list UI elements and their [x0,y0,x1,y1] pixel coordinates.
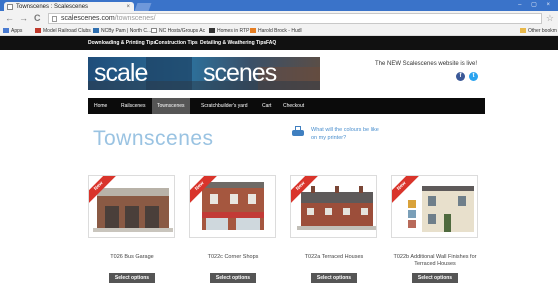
page-favicon-icon [7,4,13,10]
bookmark-favicon-icon [35,28,41,33]
bookmark-model-railroad-clubs[interactable]: Model Railroad Clubs [35,27,91,35]
bookmark-apps[interactable]: Apps [3,27,22,35]
reload-icon[interactable]: C [34,13,41,23]
forward-arrow-icon[interactable]: → [19,13,28,23]
topnav-construction-tips[interactable]: Construction Tips [155,36,198,50]
product-name[interactable]: T022b Additional Wall Finishes for Terra… [386,254,484,268]
product-image-bus-garage[interactable]: New [88,175,175,238]
printer-icon[interactable] [292,126,306,138]
bookmark-other-bookmarks[interactable]: Other bookm [520,27,557,35]
bookmark-favicon-icon [250,28,256,33]
bookmarks-bar: Apps Model Railroad Clubs NCBy Pam | Nor… [0,26,558,36]
bookmark-nc-hosts[interactable]: NC Hosts/Groups Ac [151,27,205,35]
select-options-button[interactable]: Select options [109,273,155,283]
bookmark-star-icon[interactable]: ☆ [546,13,554,23]
bookmark-favicon-icon [209,28,215,33]
url-path: /townscenes/ [114,15,156,22]
product-image-terraced-houses[interactable]: New [290,175,377,238]
window-controls[interactable]: – ▢ × [518,1,554,8]
new-ribbon: New [392,176,421,206]
twitter-icon[interactable]: t [469,72,478,81]
bookmark-ncby-pam[interactable]: NCBy Pam | North C... [93,27,151,35]
product-name[interactable]: T026 Bus Garage [82,254,182,261]
tab-title: Townscenes : Scalescenes [16,4,89,10]
bookmark-harold-brock[interactable]: Harold Brock - Hudl [250,27,302,35]
facebook-icon[interactable]: f [456,72,465,81]
nav-scratchbuilders-yard[interactable]: Scratchbuilder's yard [196,98,253,114]
main-nav: Home Railscenes Townscenes Scratchbuilde… [88,98,485,114]
page-title: Townscenes [93,127,214,150]
page-icon [52,16,57,22]
product-name[interactable]: T022c Corner Shops [183,254,283,261]
nav-railscenes[interactable]: Railscenes [116,98,150,114]
url-host: scalescenes.com [61,15,115,22]
back-arrow-icon[interactable]: ← [5,13,14,23]
browser-tab-strip: Townscenes : Scalescenes × – ▢ × [0,0,558,12]
site-logo-banner[interactable]: scale scenes [88,57,320,90]
browser-toolbar: ← → C scalescenes.com/townscenes/ ☆ [0,11,558,26]
nav-townscenes[interactable]: Townscenes [152,98,190,114]
nav-home[interactable]: Home [88,98,113,114]
site-top-nav: Downloading & Printing Tips Construction… [0,36,558,50]
logo-text-scenes: scenes [203,59,277,87]
select-options-button[interactable]: Select options [412,273,458,283]
bookmark-homes-in-rtp[interactable]: Homes in RTP [209,27,249,35]
bookmark-page-icon [151,28,157,33]
bookmark-favicon-icon [93,28,99,33]
nav-checkout[interactable]: Checkout [279,98,308,114]
new-tab-button[interactable] [134,3,152,11]
topnav-faq[interactable]: FAQ [266,36,276,50]
product-name[interactable]: T022a Terraced Houses [284,254,384,261]
apps-grid-icon [3,28,9,33]
product-image-corner-shops[interactable]: New [189,175,276,238]
product-image-wall-finishes[interactable]: New [391,175,478,238]
select-options-button[interactable]: Select options [210,273,256,283]
printer-colours-link[interactable]: What will the colours be like on my prin… [311,126,381,142]
logo-text-scale: scale [94,59,148,87]
select-options-button[interactable]: Select options [311,273,357,283]
nav-cart[interactable]: Cart [258,98,275,114]
topnav-detailing-tips[interactable]: Detailing & Weathering Tips [200,36,266,50]
topnav-printing-tips[interactable]: Downloading & Printing Tips [88,36,156,50]
address-bar[interactable]: scalescenes.com/townscenes/ [48,13,542,24]
announcement-text: The NEW Scalescenes website is live! [375,61,478,67]
folder-icon [520,28,526,33]
